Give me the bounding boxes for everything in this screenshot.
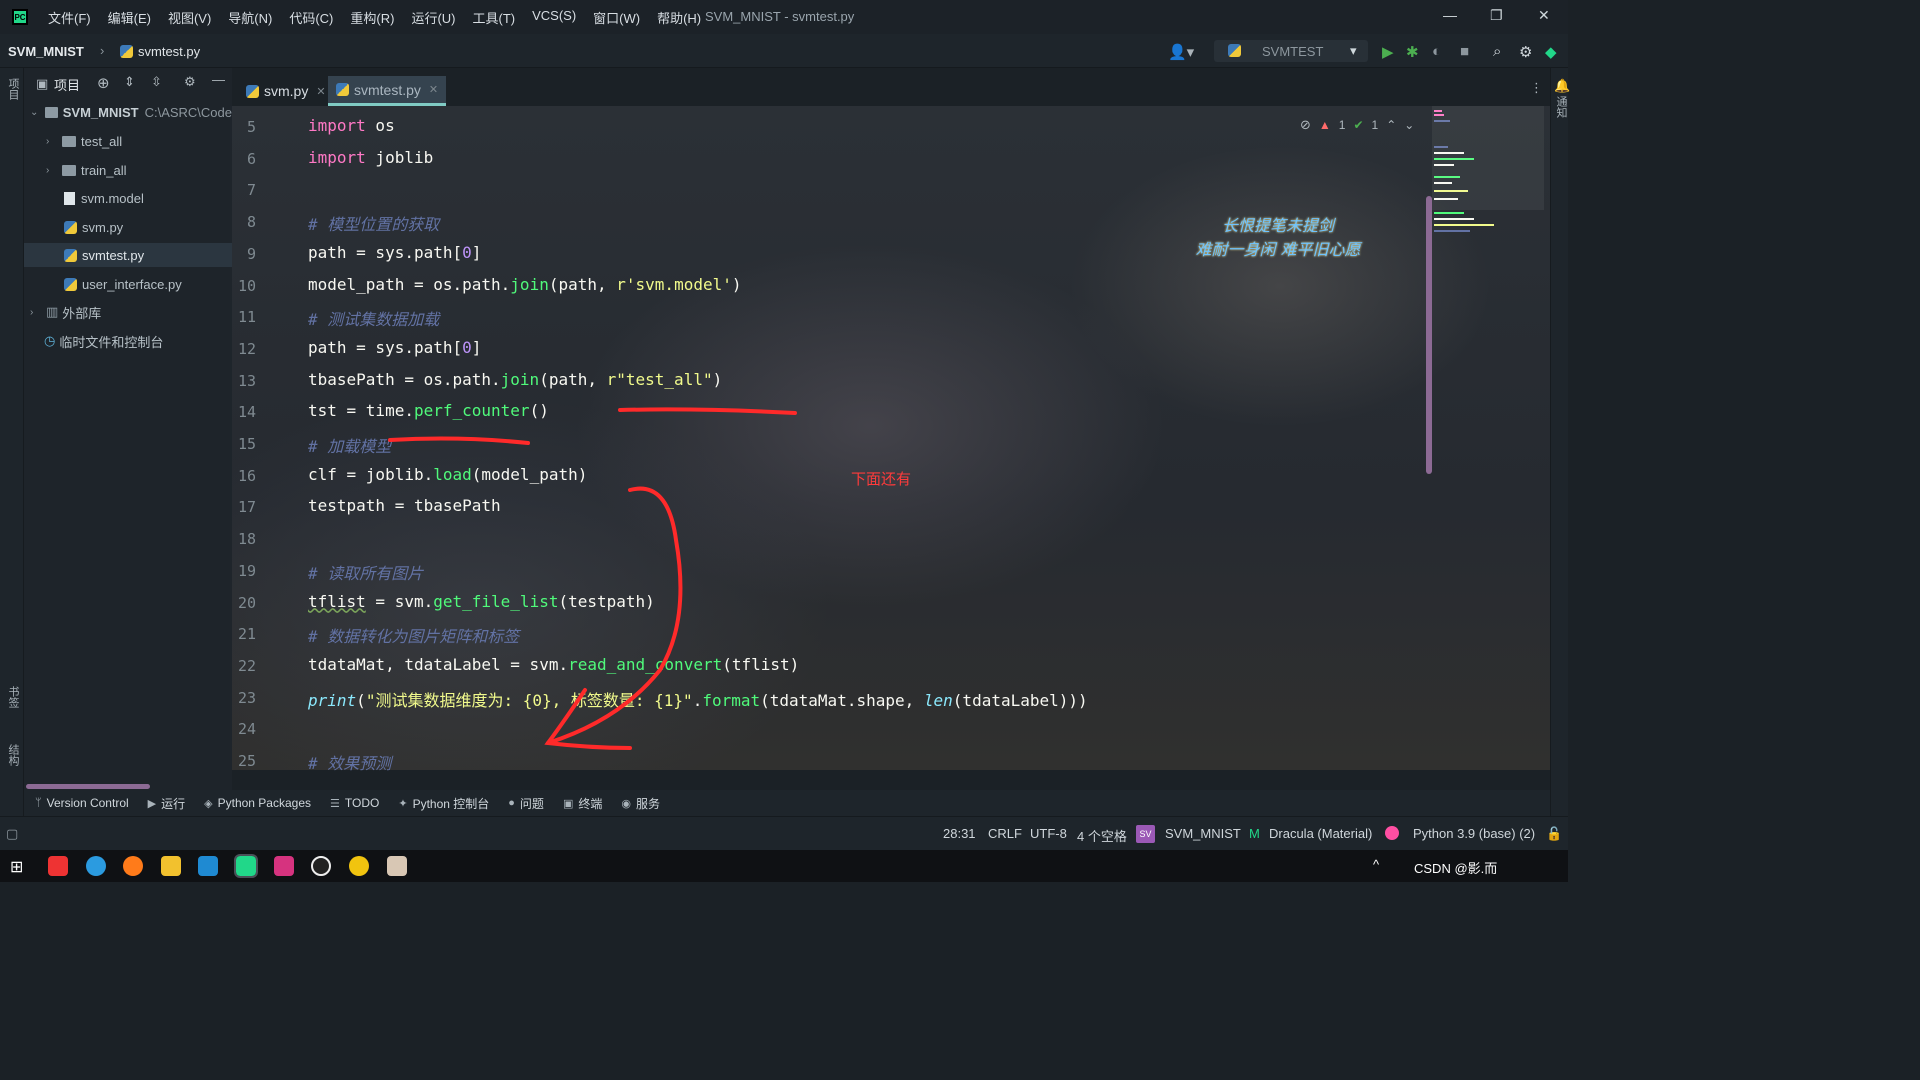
game-icon[interactable] (387, 856, 407, 876)
firefox-icon[interactable] (123, 856, 143, 876)
tool-services[interactable]: ◉ 服务 (621, 795, 660, 812)
tool-label: 运行 (161, 796, 186, 811)
caret-position[interactable]: 28:31 (943, 826, 976, 841)
status-theme[interactable]: Dracula (Material) (1269, 826, 1372, 841)
right-tool-stripe: 🔔 通知 (1550, 68, 1570, 816)
vscode-icon[interactable] (198, 856, 218, 876)
package-icon: ◈ (204, 797, 213, 810)
branch-icon: ᛘ (35, 797, 42, 809)
file-explorer-icon[interactable] (161, 856, 181, 876)
python-interpreter[interactable]: Python 3.9 (base) (2) (1413, 826, 1535, 841)
tool-label: 终端 (578, 796, 603, 811)
tool-label: Python Packages (217, 796, 312, 810)
terminal-icon: ▣ (562, 797, 574, 810)
tool-label: 服务 (635, 796, 660, 811)
underline-stroke (618, 407, 797, 415)
file-encoding[interactable]: UTF-8 (1030, 826, 1067, 841)
project-badge-icon: SV (1136, 825, 1155, 843)
arrow-stroke (546, 486, 683, 745)
services-icon: ◉ (621, 797, 631, 810)
tool-run[interactable]: ▶ 运行 (148, 795, 185, 812)
tool-label: Version Control (46, 796, 129, 810)
bell-icon[interactable]: 🔔 (1554, 78, 1570, 94)
tool-window-bar: ᛘ Version Control ▶ 运行 ◈ Python Packages ☰ T… (24, 790, 1550, 816)
status-project[interactable]: SVM_MNIST (1165, 826, 1241, 841)
app-icon[interactable] (349, 856, 369, 876)
status-bar: ▢ 28:31 CRLF UTF-8 4 个空格 SV SVM_MNIST M … (0, 816, 1568, 850)
lock-icon[interactable]: 🔓 (1546, 826, 1562, 842)
tool-label: TODO (344, 796, 380, 810)
tool-label: Python 控制台 (412, 796, 490, 811)
python-icon: ✦ (398, 797, 408, 810)
indent-setting[interactable]: 4 个空格 (1077, 826, 1127, 845)
tool-label: 问题 (519, 796, 544, 811)
xmind-icon[interactable] (48, 856, 68, 876)
tool-todo[interactable]: ☰ TODO (330, 796, 379, 810)
list-icon: ☰ (330, 797, 340, 810)
status-dot-icon (1385, 826, 1399, 840)
tool-terminal[interactable]: ▣ 终端 (563, 795, 602, 812)
theme-icon: M (1249, 826, 1260, 841)
browser-icon[interactable] (86, 856, 106, 876)
info-icon: ● (508, 797, 515, 809)
tool-version-control[interactable]: ᛘ Version Control (35, 796, 129, 810)
pycharm-taskbar-icon[interactable] (234, 854, 258, 878)
layout-icon[interactable]: ▢ (6, 826, 18, 842)
red-annotation-strokes (388, 407, 797, 750)
qq-icon[interactable] (311, 856, 331, 876)
tool-python-packages[interactable]: ◈ Python Packages (204, 796, 311, 810)
underline-stroke (388, 436, 530, 445)
play-icon: ▶ (147, 797, 157, 810)
chevron-up-icon[interactable]: ^ (1373, 857, 1379, 872)
notifications-tool-button[interactable]: 通知 (1553, 96, 1569, 118)
windows-taskbar: ⊞ ^ CSDN @影.而 (0, 850, 1568, 882)
tool-python-console[interactable]: ✦ Python 控制台 (398, 795, 489, 812)
tool-problems[interactable]: ● 问题 (508, 795, 544, 812)
line-separator[interactable]: CRLF (988, 826, 1022, 841)
windows-start-icon[interactable]: ⊞ (10, 857, 23, 877)
tray-text: CSDN @影.而 (1414, 861, 1498, 876)
jetbrains-icon[interactable] (274, 856, 294, 876)
